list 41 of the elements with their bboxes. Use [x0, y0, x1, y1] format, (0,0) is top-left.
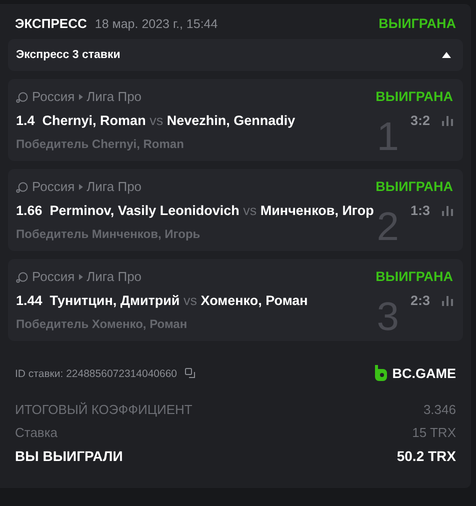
table-tennis-icon [16, 90, 28, 102]
league-label: Лига Про [86, 269, 143, 284]
stats-icon [442, 116, 453, 126]
summary-label: ВЫ ВЫИГРАЛИ [15, 448, 123, 464]
match-score: 3:2 [410, 113, 430, 128]
summary-label: ИТОГОВЫЙ КОЭФФИЦИЕНТ [15, 402, 192, 417]
selection-label: Победитель Chernyi, Roman [16, 137, 184, 151]
leg-status: ВЫИГРАНА [376, 179, 453, 194]
summary-value: 15 TRX [412, 425, 456, 440]
stats-icon [442, 296, 453, 306]
bet-status: ВЫИГРАНА [378, 16, 456, 31]
chevron-icon [78, 184, 83, 190]
summary-value: 3.346 [423, 402, 456, 417]
chevron-icon [78, 94, 83, 100]
logo-icon [374, 365, 388, 382]
country-label: Россия [32, 179, 75, 194]
copy-icon[interactable] [185, 368, 196, 379]
bet-date: 18 мар. 2023 г., 15:44 [94, 16, 219, 30]
table-tennis-icon [16, 270, 28, 282]
match-score: 1:3 [410, 203, 430, 218]
country-label: Россия [32, 269, 75, 284]
selection-label: Победитель Хоменко, Роман [16, 317, 188, 331]
chevron-icon [78, 274, 83, 280]
summary-value: 50.2 TRX [396, 448, 456, 464]
summary-label: Ставка [15, 425, 58, 440]
league-label: Лига Про [86, 89, 143, 104]
match-line: 1.4 Chernyi, Roman vs Nevezhin, Gennadiy [16, 113, 296, 128]
selection-label: Победитель Минченков, Игорь [16, 227, 200, 241]
leg-status: ВЫИГРАНА [376, 269, 453, 284]
leg-status: ВЫИГРАНА [376, 89, 453, 104]
country-label: Россия [32, 89, 75, 104]
match-line: 1.66 Perminov, Vasily Leonidovich vs Минченков, Игор [16, 203, 375, 218]
table-tennis-icon [16, 180, 28, 192]
league-label: Лига Про [86, 179, 143, 194]
brand-name: BC.GAME [392, 366, 456, 381]
bet-type-title: ЭКСПРЕСС [15, 16, 87, 31]
stats-icon [442, 206, 453, 216]
match-line: 1.44 Тунитцин, Дмитрий vs Хоменко, Роман [16, 293, 309, 308]
match-score: 2:3 [410, 293, 430, 308]
bet-id: ID ставки: 2248856072314040660 [15, 368, 178, 380]
express-toggle[interactable]: Экспресс 3 ставки [8, 39, 463, 71]
